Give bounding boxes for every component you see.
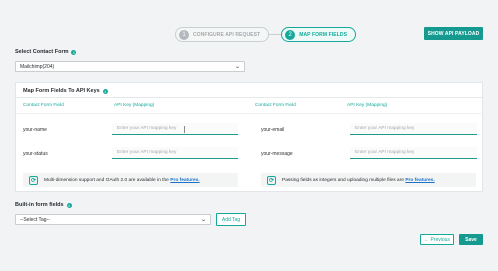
tag-select[interactable]: --Select Tag-- ⌄	[15, 214, 211, 225]
api-key-input[interactable]: Enter your API mapping key	[112, 123, 238, 135]
text-cursor	[184, 126, 185, 133]
column-header-contact-field: Contact Form Field	[255, 103, 296, 108]
field-your-message: your-message	[261, 151, 293, 157]
pro-feature-icon: ⟳	[267, 175, 276, 185]
pro-features-link[interactable]: Pro features.	[405, 178, 434, 183]
step-number: 1	[179, 29, 189, 40]
api-key-placeholder: Enter your API mapping key	[117, 126, 177, 131]
step-configure-api-request[interactable]: 1 CONFIGURE API REQUEST	[175, 27, 270, 42]
tag-select-selected: --Select Tag--	[20, 216, 50, 223]
contact-form-selected: Mailchimp(204)	[20, 63, 55, 70]
api-key-input[interactable]: Enter your API mapping key	[350, 147, 477, 159]
info-icon[interactable]: i	[66, 202, 72, 208]
pro-feature-icon: ⟳	[29, 175, 38, 185]
step-map-form-fields[interactable]: 2 MAP FORM FIELDS	[281, 27, 356, 42]
info-icon[interactable]: i	[71, 49, 77, 55]
pro-notice: ⟳ Multi-dimension support and OAuth 2.0 …	[23, 173, 238, 187]
contact-form-label: Select Contact Form i	[15, 49, 77, 55]
pro-features-link[interactable]: Pro features.	[170, 178, 199, 183]
column-header-api-key: API Key (Mapping)	[347, 103, 388, 108]
show-api-payload-button[interactable]: SHOW API PAYLOAD	[424, 27, 483, 40]
column-header-contact-field: Contact Form Field	[23, 103, 64, 108]
mapping-title-text: Map Form Fields To API Keys	[23, 88, 100, 94]
pro-notice: ⟳ Passing fields as integers and uploadi…	[261, 173, 476, 187]
save-button[interactable]: Save	[459, 234, 483, 245]
previous-button[interactable]: ← Previous	[420, 234, 454, 245]
mapping-panel: Map Form Fields To API Keys i Contact Fo…	[15, 82, 483, 192]
field-your-email: your-email	[261, 127, 285, 133]
api-key-placeholder: Enter your API mapping key	[117, 150, 177, 155]
pro-notice-text: Multi-dimension support and OAuth 2.0 ar…	[44, 177, 169, 183]
divider	[16, 97, 482, 98]
chevron-down-icon: ⌄	[234, 64, 241, 70]
contact-form-label-text: Select Contact Form	[15, 49, 69, 55]
divider	[16, 113, 482, 114]
chevron-down-icon: ⌄	[200, 217, 207, 223]
field-your-name: your-name	[23, 127, 47, 133]
step-indicator: 1 CONFIGURE API REQUEST 2 MAP FORM FIELD…	[175, 27, 356, 42]
step-label: CONFIGURE API REQUEST	[193, 31, 261, 38]
pro-notice-text: Passing fields as integers and uploading…	[282, 177, 404, 183]
step-label: MAP FORM FIELDS	[299, 31, 347, 38]
builtin-fields-label: Built-in form fields i	[15, 202, 72, 208]
api-key-input[interactable]: Enter your API mapping key	[350, 123, 477, 135]
column-header-api-key: API Key (Mapping)	[114, 103, 155, 108]
builtin-fields-label-text: Built-in form fields	[15, 202, 64, 208]
step-number: 2	[285, 29, 296, 40]
mapping-panel-title: Map Form Fields To API Keys i	[23, 88, 108, 94]
contact-form-select[interactable]: Mailchimp(204) ⌄	[15, 61, 245, 72]
info-icon[interactable]: i	[102, 88, 108, 94]
step-connector	[269, 34, 282, 35]
add-tag-button[interactable]: Add Tag	[216, 213, 246, 226]
field-your-status: your-status	[23, 151, 48, 157]
api-key-placeholder: Enter your API mapping key	[355, 126, 415, 131]
api-key-placeholder: Enter your API mapping key	[355, 150, 415, 155]
api-key-input[interactable]: Enter your API mapping key	[112, 147, 238, 159]
